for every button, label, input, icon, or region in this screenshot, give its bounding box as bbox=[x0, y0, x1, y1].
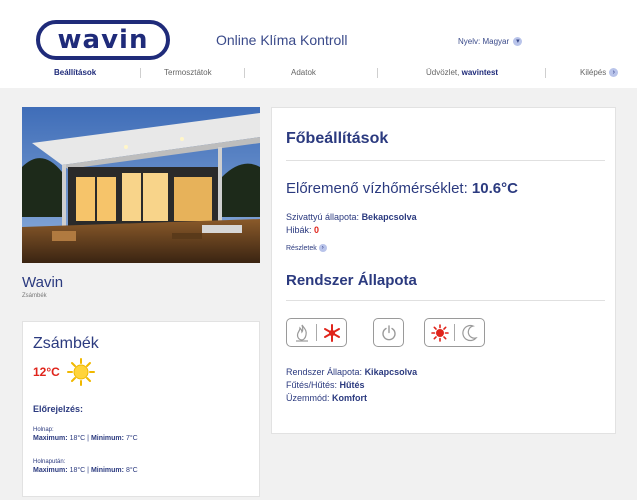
system-status-title: Rendszer Állapota bbox=[286, 272, 417, 289]
forecast-day-label: Holnap: bbox=[33, 427, 54, 433]
min-label: Minimum: bbox=[90, 435, 124, 442]
heat-cool-state: Fűtés/Hűtés: Hűtés bbox=[286, 380, 365, 390]
chevron-right-icon: › bbox=[609, 68, 619, 78]
errors-label: Hibák: bbox=[286, 225, 312, 235]
forecast-day-values: Maximum: 18°C | Minimum: 7°C bbox=[33, 435, 138, 442]
errors-value: 0 bbox=[314, 225, 320, 235]
chevron-right-icon: › bbox=[318, 244, 327, 252]
logo-text: wavin bbox=[57, 25, 149, 55]
weather-card: Zsámbék 12°C Előrejelzés: Holnap: Maximu… bbox=[22, 321, 260, 497]
divider bbox=[286, 300, 605, 301]
pump-label: Szivattyú állapota: bbox=[286, 212, 360, 222]
logout-label: Kilépés bbox=[580, 68, 607, 77]
min-value: 8°C bbox=[125, 467, 138, 474]
max-label: Maximum: bbox=[33, 467, 68, 474]
snowflake-icon[interactable] bbox=[317, 319, 346, 346]
nav-item-data[interactable]: Adatok bbox=[291, 68, 316, 77]
language-selector[interactable]: Nyelv: Magyar ▾ bbox=[458, 37, 523, 47]
heat-cool-toggle bbox=[286, 318, 347, 347]
nav-divider bbox=[545, 68, 546, 78]
power-toggle bbox=[373, 318, 404, 347]
divider bbox=[286, 160, 605, 161]
forecast-day-values: Maximum: 18°C | Minimum: 8°C bbox=[33, 467, 138, 474]
max-value: 18°C bbox=[69, 467, 86, 474]
system-state-label: Rendszer Állapota: bbox=[286, 367, 363, 377]
flow-temp-label: Előremenő vízhőmérséklet: bbox=[286, 180, 468, 197]
welcome-label: Üdvözlet, bbox=[426, 68, 460, 77]
flow-temp-value: 10.6°C bbox=[471, 180, 518, 197]
pump-status: Szivattyú állapota: Bekapcsolva bbox=[286, 212, 417, 222]
weather-city: Zsámbék bbox=[33, 335, 99, 352]
wavin-logo[interactable]: wavin bbox=[36, 20, 170, 60]
top-header: wavin Online Klíma Kontroll Nyelv: Magya… bbox=[0, 0, 637, 88]
forecast-day-label: Holnapután: bbox=[33, 459, 66, 465]
system-state-value: Kikapcsolva bbox=[364, 367, 418, 377]
nav-item-settings[interactable]: Beállítások bbox=[54, 68, 96, 77]
mode-value: Komfort bbox=[332, 393, 368, 403]
main-nav: Beállítások Termosztátok Adatok Üdvözlet… bbox=[0, 64, 637, 88]
nav-divider bbox=[140, 68, 141, 78]
power-icon[interactable] bbox=[374, 319, 403, 346]
nav-divider bbox=[244, 68, 245, 78]
min-label: Minimum: bbox=[90, 467, 124, 474]
location-name: Wavin bbox=[22, 274, 64, 291]
mode-label: Üzemmód: bbox=[286, 393, 330, 403]
details-label: Részletek bbox=[286, 244, 317, 252]
location-sub: Zsámbék bbox=[22, 293, 47, 299]
chevron-down-icon: ▾ bbox=[513, 37, 523, 47]
logout-link[interactable]: Kilépés › bbox=[580, 68, 619, 78]
pump-value: Bekapcsolva bbox=[361, 212, 417, 222]
max-label: Maximum: bbox=[33, 435, 68, 442]
details-link[interactable]: Részletek › bbox=[286, 244, 327, 252]
house-photo bbox=[22, 107, 260, 263]
main-settings-title: Főbeállítások bbox=[286, 130, 389, 147]
comfort-mode-toggle bbox=[424, 318, 485, 347]
welcome-user: wavintest bbox=[461, 68, 499, 77]
flow-temperature: Előremenő vízhőmérséklet: 10.6°C bbox=[286, 180, 518, 197]
system-state: Rendszer Állapota: Kikapcsolva bbox=[286, 367, 417, 377]
min-value: 7°C bbox=[125, 435, 138, 442]
flame-icon[interactable] bbox=[287, 319, 316, 346]
operating-mode: Üzemmód: Komfort bbox=[286, 393, 367, 403]
main-settings-panel: Főbeállítások Előremenő vízhőmérséklet: … bbox=[271, 107, 616, 434]
weather-sun-icon bbox=[67, 358, 95, 391]
heat-cool-label: Fűtés/Hűtés: bbox=[286, 380, 338, 390]
welcome-text: Üdvözlet, wavintest bbox=[426, 68, 498, 77]
app-title: Online Klíma Kontroll bbox=[216, 32, 348, 48]
moon-icon[interactable] bbox=[455, 319, 484, 346]
errors-status: Hibák: 0 bbox=[286, 225, 319, 235]
forecast-title: Előrejelzés: bbox=[33, 404, 84, 414]
max-value: 18°C bbox=[69, 435, 86, 442]
language-value: Magyar bbox=[482, 37, 510, 46]
nav-item-thermostats[interactable]: Termosztátok bbox=[164, 68, 212, 77]
nav-divider bbox=[377, 68, 378, 78]
weather-temp: 12°C bbox=[33, 365, 60, 379]
heat-cool-value: Hűtés bbox=[339, 380, 365, 390]
language-label: Nyelv: bbox=[458, 37, 481, 46]
sun-icon[interactable] bbox=[425, 319, 454, 346]
